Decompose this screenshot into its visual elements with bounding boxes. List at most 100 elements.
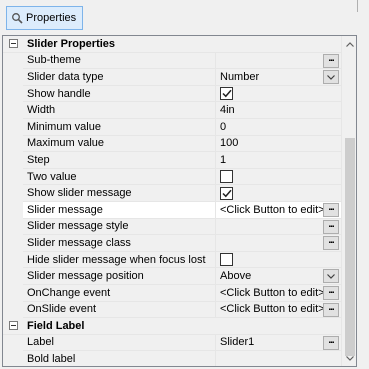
property-value[interactable]: <Click Button to edit>...: [216, 301, 341, 319]
row-margin: [3, 301, 23, 319]
property-row[interactable]: Show handle: [3, 85, 341, 103]
collapse-icon[interactable]: [3, 39, 23, 49]
row-margin: [3, 69, 23, 86]
property-name: Label: [23, 334, 216, 352]
property-row[interactable]: Slider message style...: [3, 218, 341, 236]
property-row[interactable]: OnSlide event <Click Button to edit>...: [3, 301, 341, 319]
row-margin: [3, 102, 23, 119]
property-value[interactable]: ...: [216, 52, 341, 70]
property-row[interactable]: Slider message position Above: [3, 268, 341, 285]
property-value[interactable]: Above: [216, 268, 341, 285]
property-row[interactable]: Slider data type Number: [3, 69, 341, 86]
property-name: Hide slider message when focus lost: [23, 251, 216, 269]
property-value[interactable]: 100: [216, 135, 341, 153]
property-value[interactable]: 4in: [216, 102, 341, 119]
collapse-icon[interactable]: [3, 321, 23, 331]
property-name: Step: [23, 152, 216, 169]
property-row[interactable]: Width 4in: [3, 102, 341, 119]
property-row[interactable]: Label Slider1...: [3, 334, 341, 352]
row-margin: [3, 152, 23, 169]
property-value-text: <Click Button to edit>: [220, 203, 325, 216]
property-value[interactable]: [216, 351, 341, 366]
property-value[interactable]: Number: [216, 69, 341, 86]
property-checkbox[interactable]: [220, 186, 233, 200]
row-margin: [3, 268, 23, 285]
properties-button[interactable]: Properties: [6, 6, 83, 30]
dropdown-arrow-icon[interactable]: [323, 269, 339, 284]
property-row[interactable]: Minimum value 0: [3, 118, 341, 136]
property-checkbox[interactable]: [220, 170, 233, 184]
property-value[interactable]: ...: [216, 218, 341, 236]
property-value[interactable]: [216, 251, 341, 269]
ellipsis-button[interactable]: ...: [323, 285, 339, 300]
toolbar-divider: [357, 0, 358, 12]
property-name: Slider message: [23, 201, 216, 219]
property-name: Minimum value: [23, 118, 216, 136]
property-name: Slider message style: [23, 218, 216, 236]
ellipsis-button[interactable]: ...: [323, 219, 339, 234]
ellipsis-button[interactable]: ...: [323, 236, 339, 251]
vertical-scrollbar[interactable]: [341, 36, 356, 366]
property-value-text: 100: [220, 137, 239, 150]
property-checkbox[interactable]: [220, 87, 233, 101]
property-value[interactable]: <Click Button to edit>...: [216, 284, 341, 302]
row-margin: [3, 185, 23, 202]
properties-button-label: Properties: [26, 12, 77, 24]
property-grid-rows: Slider Properties Sub-theme... Slider data…: [3, 36, 341, 366]
property-value[interactable]: ...: [216, 235, 341, 252]
scroll-down-icon[interactable]: [342, 350, 356, 366]
property-row[interactable]: Sub-theme...: [3, 52, 341, 70]
property-value[interactable]: 0: [216, 118, 341, 136]
property-name: Slider message class: [23, 235, 216, 252]
property-value-text: 4in: [220, 104, 235, 117]
row-margin: [3, 201, 23, 219]
row-margin: [3, 334, 23, 352]
property-name: Two value: [23, 168, 216, 186]
property-value[interactable]: [216, 185, 341, 202]
property-row[interactable]: Step 1: [3, 152, 341, 169]
toolbar: Properties: [0, 0, 369, 36]
property-grid: Slider Properties Sub-theme... Slider data…: [2, 35, 357, 367]
property-value-text: Number: [220, 70, 260, 83]
ellipsis-button[interactable]: ...: [323, 202, 339, 217]
scroll-up-icon[interactable]: [342, 36, 356, 52]
property-name: Slider data type: [23, 69, 216, 86]
property-row[interactable]: OnChange event <Click Button to edit>...: [3, 284, 341, 302]
scrollbar-thumb[interactable]: [345, 138, 355, 356]
property-name: Sub-theme: [23, 52, 216, 70]
property-value-text: 1: [220, 153, 227, 166]
category-header[interactable]: Slider Properties: [3, 36, 341, 53]
property-value-text: Above: [220, 270, 252, 283]
properties-search-icon: [11, 12, 23, 24]
property-row[interactable]: Maximum value 100: [3, 135, 341, 153]
property-name: Slider message position: [23, 268, 216, 285]
property-name: Width: [23, 102, 216, 119]
property-checkbox[interactable]: [220, 253, 233, 267]
row-margin: [3, 135, 23, 153]
property-row[interactable]: Slider message <Click Button to edit>...: [3, 201, 341, 219]
dropdown-arrow-icon[interactable]: [323, 70, 339, 85]
property-value[interactable]: <Click Button to edit>...: [216, 201, 341, 219]
property-value[interactable]: [216, 85, 341, 103]
property-name: OnSlide event: [23, 301, 216, 319]
ellipsis-button[interactable]: ...: [323, 302, 339, 317]
property-value[interactable]: Slider1...: [216, 334, 341, 352]
category-header[interactable]: Field Label: [3, 318, 341, 335]
row-margin: [3, 52, 23, 70]
property-row[interactable]: Slider message class...: [3, 235, 341, 252]
row-margin: [3, 235, 23, 252]
category-title: Field Label: [27, 319, 85, 332]
property-value[interactable]: 1: [216, 152, 341, 169]
ellipsis-button[interactable]: ...: [323, 53, 339, 68]
property-row[interactable]: Hide slider message when focus lost: [3, 251, 341, 269]
ellipsis-button[interactable]: ...: [323, 335, 339, 350]
property-name: Show handle: [23, 85, 216, 103]
row-margin: [3, 284, 23, 302]
property-row[interactable]: Show slider message: [3, 185, 341, 202]
category-title: Slider Properties: [27, 37, 116, 50]
row-margin: [3, 351, 23, 366]
property-value[interactable]: [216, 168, 341, 186]
property-row[interactable]: Bold label: [3, 351, 341, 366]
property-row[interactable]: Two value: [3, 168, 341, 186]
property-name: OnChange event: [23, 284, 216, 302]
